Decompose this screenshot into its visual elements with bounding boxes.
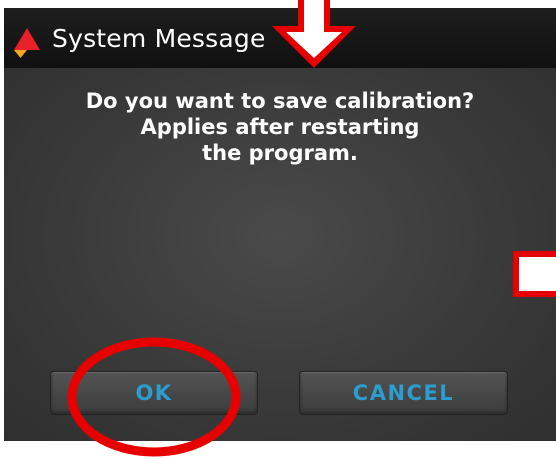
system-message-dialog: System Message Do you want to save calib… [4,8,556,441]
cancel-button[interactable]: CANCEL [299,371,508,415]
ok-button[interactable]: OK [50,371,258,415]
dialog-message: Do you want to save calibration? Applies… [24,88,536,166]
message-line: the program. [202,141,358,165]
message-line: Do you want to save calibration? [85,89,475,113]
dialog-title: System Message [52,24,266,53]
message-line: Applies after restarting [140,115,420,139]
dialog-title-bar: System Message [4,8,556,68]
warning-triangle-icon [14,28,40,58]
